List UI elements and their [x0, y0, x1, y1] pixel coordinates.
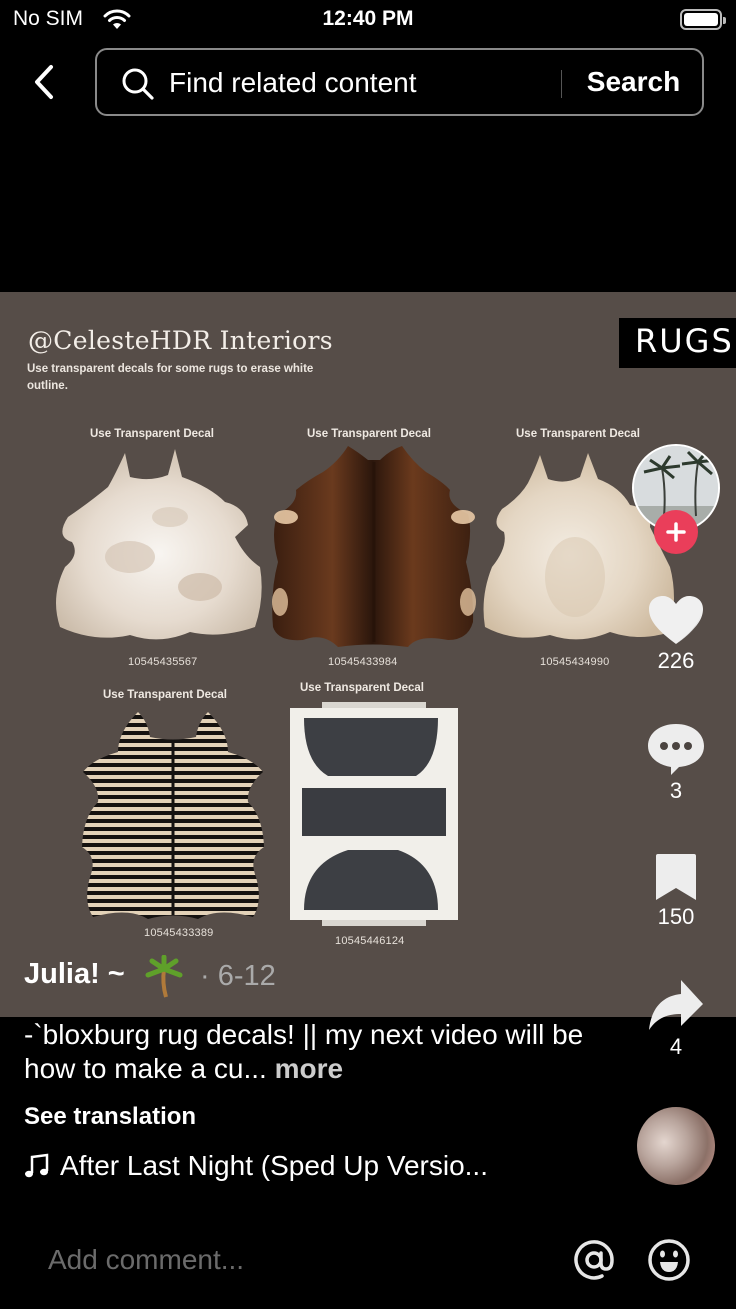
rug-zebra-hide	[82, 712, 264, 919]
rugs-tag: RUGS	[619, 318, 736, 368]
comment-button[interactable]: 3	[630, 722, 722, 804]
rug-id: 10545433984	[328, 656, 398, 668]
at-sign-icon	[574, 1240, 614, 1280]
video-brand-title: @CelesteHDR Interiors	[28, 326, 333, 355]
like-button[interactable]: 226	[630, 594, 722, 674]
rug-label: Use Transparent Decal	[516, 428, 641, 440]
caption: -`bloxburg rug decals! || my next video …	[24, 1018, 584, 1086]
video-player[interactable]: @CelesteHDR Interiors Use transparent de…	[0, 292, 736, 1017]
plus-icon	[666, 522, 686, 542]
sound-avatar[interactable]	[637, 1107, 715, 1185]
share-arrow-icon	[649, 980, 703, 1030]
search-button[interactable]: Search	[563, 50, 704, 114]
follow-button[interactable]	[654, 510, 698, 554]
battery-full-icon	[680, 9, 726, 30]
post-date: · 6-12	[200, 960, 276, 992]
heart-icon	[649, 596, 703, 644]
status-bar: No SIM 12:40 PM	[0, 0, 736, 40]
back-button[interactable]	[22, 60, 66, 104]
music-title: After Last Night (Sped Up Versio...	[60, 1150, 488, 1181]
rug-id: 10545433389	[144, 927, 214, 939]
rug-label: Use Transparent Decal	[300, 682, 425, 694]
author-name[interactable]: Julia! ~	[24, 958, 125, 991]
mention-button[interactable]	[570, 1236, 618, 1284]
rug-id: 10545435567	[128, 656, 198, 668]
share-button[interactable]: 4	[630, 978, 722, 1060]
comment-bubble-icon	[648, 724, 704, 775]
more-link[interactable]: more	[275, 1053, 343, 1084]
save-button[interactable]: 150	[630, 852, 722, 930]
music-track[interactable]: After Last Night (Sped Up Versio...	[24, 1150, 488, 1182]
rug-brown-cowhide	[272, 446, 476, 647]
rug-striped-rectangle	[290, 702, 458, 926]
see-translation-link[interactable]: See translation	[24, 1103, 196, 1131]
rug-label: Use Transparent Decal	[103, 689, 228, 701]
rug-label: Use Transparent Decal	[90, 428, 215, 440]
like-count: 226	[657, 648, 695, 673]
bookmark-icon	[656, 854, 696, 900]
rug-white-cowhide	[56, 449, 262, 640]
palm-tree-emoji	[145, 955, 183, 998]
search-bar: Search	[95, 48, 704, 116]
share-count: 4	[669, 1034, 683, 1059]
rug-label: Use Transparent Decal	[307, 428, 432, 440]
rug-id: 10545446124	[335, 935, 405, 947]
search-divider	[561, 70, 562, 98]
chevron-left-icon	[35, 65, 53, 99]
comment-input[interactable]	[48, 1238, 548, 1282]
music-note-icon	[25, 1153, 49, 1178]
save-count: 150	[657, 904, 695, 929]
comment-count: 3	[669, 778, 683, 803]
rug-id: 10545434990	[540, 656, 610, 668]
emoji-button[interactable]	[645, 1236, 693, 1284]
search-input[interactable]	[169, 62, 549, 104]
magnifier-icon	[122, 68, 154, 100]
video-brand-subtitle: Use transparent decals for some rugs to …	[27, 363, 314, 392]
smiley-icon	[648, 1239, 690, 1281]
clock: 12:40 PM	[322, 7, 414, 30]
